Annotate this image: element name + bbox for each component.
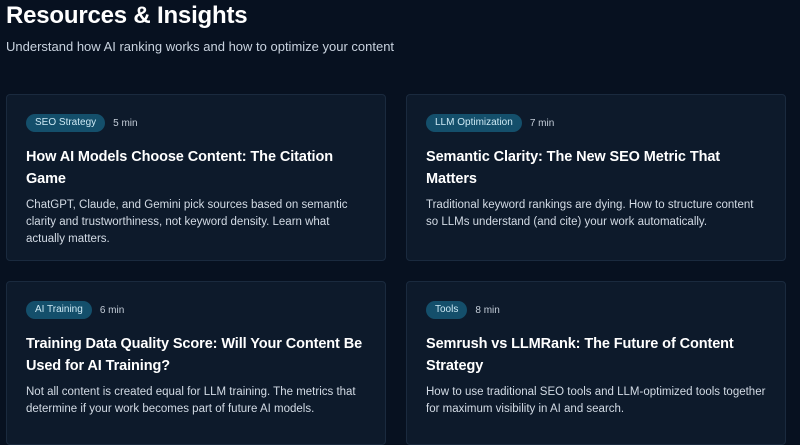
page-header: Resources & Insights Understand how AI r… <box>6 2 394 55</box>
category-badge: SEO Strategy <box>26 114 106 132</box>
article-card[interactable]: LLM Optimization 7 min Semantic Clarity:… <box>406 94 786 261</box>
read-time: 6 min <box>99 304 125 316</box>
article-grid: SEO Strategy 5 min How AI Models Choose … <box>6 94 788 445</box>
read-time: 8 min <box>475 304 500 316</box>
category-badge: LLM Optimization <box>426 114 522 132</box>
category-badge: AI Training <box>26 301 92 319</box>
read-time: 5 min <box>113 117 138 129</box>
read-time: 7 min <box>529 117 555 129</box>
article-description: Not all content is created equal for LLM… <box>26 386 356 415</box>
article-card[interactable]: AI Training 6 min Training Data Quality … <box>6 281 386 445</box>
article-meta: LLM Optimization 7 min <box>426 114 767 132</box>
article-description: How to use traditional SEO tools and LLM… <box>426 386 766 415</box>
resources-page: Resources & Insights Understand how AI r… <box>0 0 800 445</box>
article-card[interactable]: SEO Strategy 5 min How AI Models Choose … <box>6 94 386 261</box>
page-subtitle: Understand how AI ranking works and how … <box>6 39 395 54</box>
article-meta: AI Training 6 min <box>26 301 367 319</box>
article-title[interactable]: Training Data Quality Score: Will Your C… <box>26 333 367 377</box>
article-description: Traditional keyword rankings are dying. … <box>426 199 754 228</box>
page-title: Resources & Insights <box>6 2 248 29</box>
article-meta: SEO Strategy 5 min <box>26 114 367 132</box>
article-title[interactable]: Semrush vs LLMRank: The Future of Conten… <box>426 333 767 377</box>
article-title[interactable]: How AI Models Choose Content: The Citati… <box>26 146 367 190</box>
article-card[interactable]: Tools 8 min Semrush vs LLMRank: The Futu… <box>406 281 786 445</box>
article-title[interactable]: Semantic Clarity: The New SEO Metric Tha… <box>426 146 767 190</box>
article-description: ChatGPT, Claude, and Gemini pick sources… <box>26 199 348 245</box>
article-meta: Tools 8 min <box>426 301 767 319</box>
category-badge: Tools <box>426 301 468 319</box>
